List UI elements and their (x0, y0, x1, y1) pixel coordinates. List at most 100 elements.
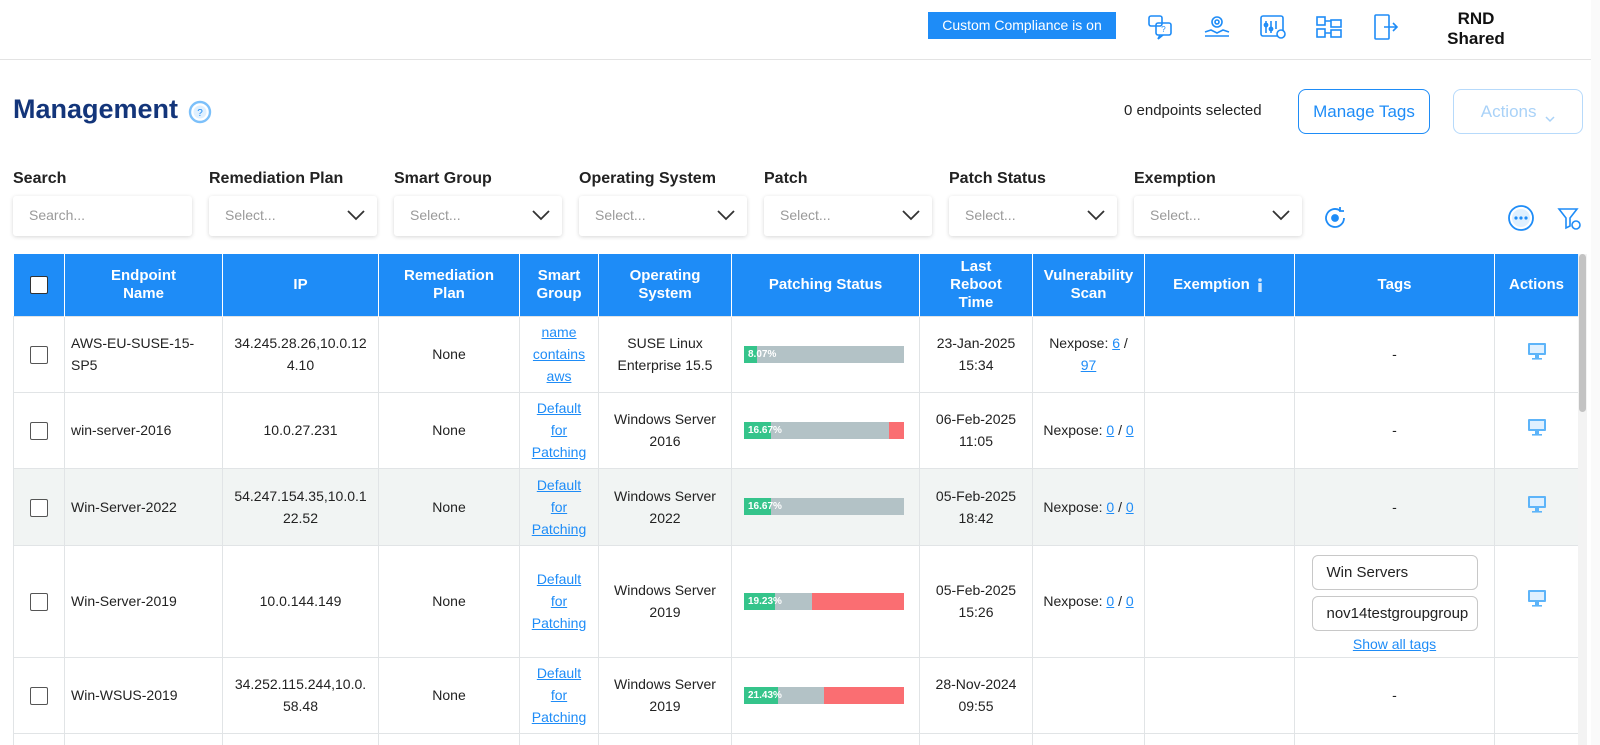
select-all-checkbox[interactable] (29, 275, 48, 294)
support-icon[interactable] (1202, 12, 1232, 42)
remote-desktop-icon[interactable] (1526, 341, 1548, 361)
reboot-date: 06-Feb-2025 (935, 411, 1017, 427)
actions-dropdown-button[interactable]: Actions (1453, 89, 1583, 134)
smart-group-link[interactable]: Default for Patching (532, 665, 586, 725)
patching-status-bar[interactable]: 16.67% (744, 498, 906, 515)
vulnerability-scan-cell: Nexpose: 0 / 0 (1032, 544, 1145, 658)
vuln-count-a-link[interactable]: 6 (1112, 335, 1120, 351)
exemption-cell (1144, 391, 1295, 469)
endpoint-name[interactable]: win-server-2016 (64, 391, 223, 469)
table-row[interactable] (13, 732, 1578, 745)
smart-group-link[interactable]: Default for Patching (532, 571, 586, 631)
smart-group-line1: Default (536, 400, 582, 416)
row-checkbox[interactable] (30, 498, 48, 517)
patching-status-bar[interactable]: 8.07% (744, 345, 906, 363)
exemption-select[interactable]: Select... (1134, 196, 1302, 236)
tag-chip[interactable]: nov14testgroupgroup (1311, 596, 1478, 631)
feedback-icon[interactable]: ? (1146, 12, 1176, 42)
empty-cell (919, 732, 1033, 745)
more-options-icon[interactable] (1506, 203, 1536, 233)
table-header-row: Endpoint Name IP Remediation Plan Smart Gro… (13, 254, 1578, 316)
ip-line1: 10.0.27.231 (263, 422, 338, 438)
vulnerability-scan-cell: Nexpose: 0 / 0 (1032, 391, 1145, 469)
patching-status-cell[interactable]: 21.43% (731, 656, 920, 734)
operating-system-select[interactable]: Select... (579, 196, 747, 236)
patching-status-cell[interactable]: 8.07% (731, 315, 920, 393)
smart-group-link[interactable]: name contains aws (533, 324, 585, 384)
network-icon[interactable] (1314, 12, 1344, 42)
table-scrollbar[interactable] (1578, 254, 1587, 745)
row-checkbox[interactable] (30, 346, 48, 365)
smart-group-line3: Patching (531, 520, 587, 537)
col-operating-system[interactable]: Operating System (598, 254, 732, 316)
last-reboot-cell: 06-Feb-2025 11:05 (919, 391, 1033, 469)
help-icon[interactable]: ? (188, 100, 212, 124)
vuln-count-b-link[interactable]: 97 (1081, 357, 1097, 373)
vuln-count-b-link[interactable]: 0 (1126, 422, 1134, 438)
remote-desktop-icon[interactable] (1526, 417, 1548, 437)
organization-name[interactable]: RND Shared (1436, 9, 1516, 49)
vuln-count-b-link[interactable]: 0 (1126, 499, 1134, 515)
reset-filters-icon[interactable] (1320, 203, 1350, 233)
col-last-reboot-time[interactable]: Last Reboot Time (919, 254, 1033, 316)
manage-tags-button[interactable]: Manage Tags (1298, 89, 1430, 134)
show-all-tags-link[interactable]: Show all tags (1301, 635, 1488, 653)
filter-label-patch-status: Patch Status (949, 170, 1046, 187)
col-ip[interactable]: IP (222, 254, 379, 316)
remote-desktop-icon[interactable] (1526, 588, 1548, 608)
search-input[interactable]: Search... (13, 196, 192, 236)
col-patching-status[interactable]: Patching Status (731, 254, 920, 316)
table-scrollbar-thumb[interactable] (1579, 254, 1586, 412)
vuln-prefix: Nexpose: (1043, 498, 1103, 515)
filter-settings-icon[interactable] (1554, 203, 1584, 233)
table-row[interactable]: Win-Server-2022 54.247.154.35,10.0.1 22.5… (13, 467, 1578, 546)
remote-desktop-icon[interactable] (1526, 494, 1548, 514)
smart-group-link[interactable]: Default for Patching (532, 400, 586, 460)
col-remediation-plan[interactable]: Remediation Plan (378, 254, 520, 316)
page-scrollbar[interactable] (1591, 0, 1600, 745)
table-row[interactable]: Win-Server-2019 10.0.144.149 None Defaul… (13, 544, 1578, 658)
patching-status-cell[interactable]: 16.67% (731, 391, 920, 469)
patching-status-bar[interactable]: 21.43% (744, 686, 906, 704)
tag-chip[interactable]: Win Servers (1311, 555, 1478, 590)
col-os-line1: Operating (629, 266, 701, 284)
vuln-count-a-link[interactable]: 0 (1106, 499, 1114, 515)
settings-sliders-icon[interactable] (1258, 12, 1288, 42)
col-exemption[interactable]: Exemption (1144, 254, 1295, 316)
vuln-count-a-link[interactable]: 0 (1106, 422, 1114, 438)
tags-cell: - (1294, 391, 1495, 469)
table-row[interactable]: AWS-EU-SUSE-15-SP5 34.245.28.26,10.0.12 4… (13, 315, 1578, 393)
last-reboot-cell: 23-Jan-2025 15:34 (919, 315, 1033, 393)
row-checkbox[interactable] (30, 593, 48, 612)
endpoint-name[interactable]: Win-Server-2022 (64, 467, 223, 546)
col-smart-group[interactable]: Smart Group (519, 254, 599, 316)
info-icon[interactable] (1254, 277, 1266, 293)
col-endpoint-name[interactable]: Endpoint Name (64, 254, 223, 316)
table-row[interactable]: Win-WSUS-2019 34.252.115.244,10.0. 58.48 … (13, 656, 1578, 734)
endpoint-name[interactable]: Win-WSUS-2019 (64, 656, 223, 734)
os-cell: Windows Server 2019 (598, 544, 732, 658)
table-row[interactable]: win-server-2016 10.0.27.231 None Default… (13, 391, 1578, 469)
endpoint-name[interactable]: AWS-EU-SUSE-15-SP5 (64, 315, 223, 393)
row-checkbox[interactable] (30, 687, 48, 706)
col-vulnerability-scan[interactable]: Vulnerability Scan (1032, 254, 1145, 316)
patching-status-bar[interactable]: 16.67% (744, 421, 906, 439)
row-checkbox[interactable] (30, 422, 48, 441)
smart-group-link[interactable]: Default for Patching (532, 477, 586, 537)
col-tags[interactable]: Tags (1294, 254, 1495, 316)
patching-status-cell[interactable]: 19.23% (731, 544, 920, 658)
remediation-plan-select[interactable]: Select... (209, 196, 377, 236)
patching-status-bar[interactable]: 19.23% (744, 592, 906, 610)
patch-status-select[interactable]: Select... (949, 196, 1117, 236)
vuln-count-b-link[interactable]: 0 (1126, 593, 1134, 609)
remediation-plan-placeholder: Select... (225, 207, 276, 223)
vuln-count-a-link[interactable]: 0 (1106, 593, 1114, 609)
exemption-cell (1144, 467, 1295, 546)
patching-status-cell[interactable]: 16.67% (731, 467, 920, 546)
custom-compliance-badge[interactable]: Custom Compliance is on (928, 12, 1116, 39)
smart-group-select[interactable]: Select... (394, 196, 562, 236)
last-reboot-cell: 05-Feb-2025 18:42 (919, 467, 1033, 546)
endpoint-name[interactable]: Win-Server-2019 (64, 544, 223, 658)
patch-select[interactable]: Select... (764, 196, 932, 236)
logout-icon[interactable] (1370, 12, 1400, 42)
